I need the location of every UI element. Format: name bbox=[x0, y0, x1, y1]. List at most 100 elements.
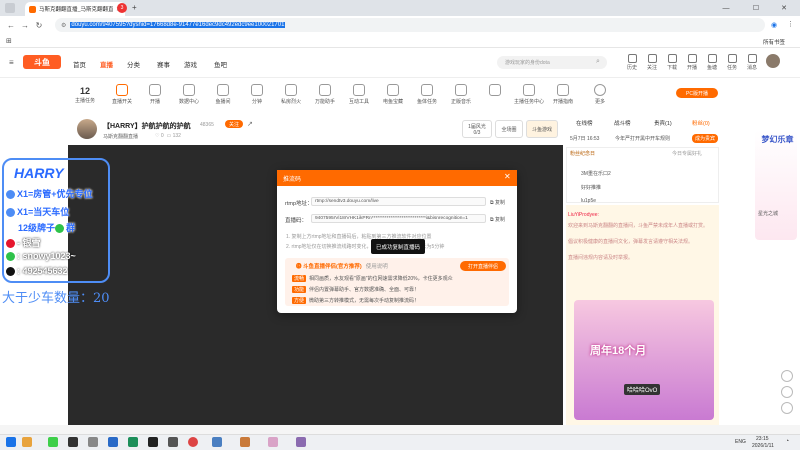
notification-icon[interactable]: ◔ bbox=[785, 438, 789, 445]
windows-start-icon[interactable] bbox=[6, 437, 16, 447]
nav-home[interactable]: 首页 bbox=[73, 59, 86, 69]
follow-list-button[interactable]: 关注 bbox=[642, 54, 662, 71]
app-icon[interactable] bbox=[88, 437, 98, 447]
fish-task-item[interactable]: 鱼体任务 bbox=[412, 84, 442, 105]
fishpond-button[interactable]: 鱼塘 bbox=[702, 54, 722, 71]
nav-esports[interactable]: 赛事 bbox=[157, 59, 170, 69]
sidebar-tool-icon[interactable] bbox=[781, 370, 793, 382]
app-icon[interactable] bbox=[128, 437, 138, 447]
rank-button[interactable]: 1届风光 0/3 bbox=[462, 120, 492, 138]
language-indicator[interactable]: ENG bbox=[735, 439, 746, 445]
search-icon[interactable]: ⌕ bbox=[596, 58, 600, 66]
file-explorer-icon[interactable] bbox=[22, 437, 32, 447]
usage-link[interactable]: 使用说明 bbox=[366, 264, 388, 270]
message-button[interactable]: 消息 bbox=[742, 54, 762, 71]
app-icon[interactable] bbox=[268, 437, 278, 447]
nav-live[interactable]: 直播 bbox=[100, 59, 113, 69]
app-icon[interactable] bbox=[48, 437, 58, 447]
copy-label: 复制 bbox=[494, 200, 505, 206]
all-bookmarks[interactable]: 所有书签 bbox=[763, 38, 785, 46]
douyu-logo[interactable]: 斗鱼 bbox=[23, 55, 61, 69]
nav-fishbar[interactable]: 鱼吧 bbox=[214, 59, 227, 69]
assistant-label: 万能助手 bbox=[314, 99, 335, 105]
follow-button[interactable]: 关注 bbox=[225, 120, 243, 128]
start-stream-button[interactable]: 开播 bbox=[682, 54, 702, 71]
app-icon[interactable] bbox=[108, 437, 118, 447]
clock-date[interactable]: 2026/1/11 bbox=[752, 443, 774, 449]
chat-username[interactable]: LiuYiProdyee: bbox=[568, 212, 599, 218]
share-icon[interactable]: ↗ bbox=[247, 120, 253, 128]
user-avatar[interactable] bbox=[766, 54, 780, 68]
notice-time: 5月7日 16:53 bbox=[570, 136, 600, 142]
browser-tab[interactable]: 马斯克翻翻直播_马斯克翻翻直播 ✕ bbox=[25, 2, 125, 16]
profile-icon[interactable]: ◉ bbox=[771, 21, 777, 29]
fish-room-item[interactable]: 鱼播间 bbox=[208, 84, 238, 105]
interact-tools-item[interactable]: 互动工具 bbox=[344, 84, 374, 105]
history-button[interactable]: 历史 bbox=[622, 54, 642, 71]
hamburger-icon[interactable]: ≡ bbox=[9, 58, 14, 67]
tab-battle-rank[interactable]: 战斗榜 bbox=[614, 119, 631, 127]
nav-games[interactable]: 游戏 bbox=[184, 59, 197, 69]
task-center-item[interactable]: 主播任务中心 bbox=[514, 84, 544, 105]
private-fire-item[interactable]: 私房烈火 bbox=[276, 84, 306, 105]
music-item[interactable]: 正版音乐 bbox=[446, 84, 476, 105]
host-name[interactable]: 马斯克翻翻直播 bbox=[103, 133, 138, 140]
host-avatar[interactable] bbox=[77, 119, 97, 139]
minimize-icon[interactable]: — bbox=[715, 0, 737, 16]
sidebar-tool-icon[interactable] bbox=[781, 386, 793, 398]
sidebar-tool-icon[interactable] bbox=[781, 402, 793, 414]
copy-rtmp-button[interactable]: ⧉ 复制 bbox=[490, 199, 505, 206]
pc-stream-button[interactable]: PC版开播 bbox=[676, 88, 718, 98]
tab-vip[interactable]: 贵宾(1) bbox=[654, 119, 672, 127]
douyu-game-button[interactable]: 斗鱼游戏 bbox=[526, 120, 558, 138]
reload-icon[interactable]: ↻ bbox=[32, 21, 46, 30]
rtmp-field[interactable]: rtmp://sendtv3.douyu.com/live bbox=[311, 197, 486, 206]
tab-list-icon[interactable] bbox=[5, 3, 15, 13]
task-button[interactable]: 任务 bbox=[722, 54, 742, 71]
search-input[interactable]: 游戏玩家的身份dota bbox=[497, 56, 607, 69]
app-icon[interactable] bbox=[240, 437, 250, 447]
chrome-icon[interactable] bbox=[188, 437, 198, 447]
maximize-icon[interactable]: ☐ bbox=[745, 0, 767, 16]
copy-key-button[interactable]: ⧉ 复制 bbox=[490, 216, 505, 223]
anniversary-promo[interactable] bbox=[574, 300, 714, 420]
back-icon[interactable]: ← bbox=[4, 21, 18, 30]
all-field-button[interactable]: 全场圈 bbox=[495, 120, 523, 138]
data-center-item[interactable]: 数据中心 bbox=[174, 84, 204, 105]
go-live-item[interactable]: 开播 bbox=[140, 84, 170, 105]
tab-fans[interactable]: 粉丝(0) bbox=[692, 119, 710, 127]
tab-online-rank[interactable]: 在线榜 bbox=[576, 119, 593, 127]
url-field[interactable]: ⚙ douyu.com/9407595?dyshid=17668d8e-9147… bbox=[55, 18, 765, 32]
stream-guide-item[interactable]: 开播指南 bbox=[548, 84, 578, 105]
nav-category[interactable]: 分类 bbox=[127, 59, 140, 69]
become-vip-button[interactable]: 成为贵宾 bbox=[692, 134, 719, 143]
dialog-close-icon[interactable]: ✕ bbox=[504, 172, 511, 181]
window-close-icon[interactable]: ✕ bbox=[773, 0, 795, 16]
fan-row[interactable]: 3M重在乐口2 bbox=[581, 170, 611, 177]
stream-key-field[interactable]: 9407595rVi18rVHK1ikPRn******************… bbox=[311, 214, 486, 223]
gift-item[interactable] bbox=[480, 84, 510, 98]
menu-icon[interactable]: ⋮ bbox=[787, 20, 794, 28]
open-companion-button[interactable]: 打开直播伴侣 bbox=[460, 261, 506, 271]
stream-toggle-item[interactable]: 直播开关 bbox=[107, 84, 137, 105]
site-info-icon[interactable]: ⚙ bbox=[61, 22, 66, 29]
app-icon[interactable] bbox=[212, 437, 222, 447]
app-icon[interactable] bbox=[68, 437, 78, 447]
fan-row[interactable]: 好好推推 bbox=[581, 184, 601, 191]
fan-row[interactable]: lu1p5e bbox=[581, 198, 596, 204]
apps-icon[interactable]: ⊞ bbox=[6, 37, 12, 45]
minute-item[interactable]: 分钟 bbox=[242, 84, 272, 105]
forward-icon[interactable]: → bbox=[18, 21, 32, 30]
assistant-item[interactable]: 万能助手 bbox=[310, 84, 340, 105]
anchor-task-item[interactable]: 主播任务 bbox=[70, 97, 100, 104]
side-ad[interactable] bbox=[755, 130, 797, 240]
app-icon[interactable] bbox=[148, 437, 158, 447]
more-item[interactable]: 更多 bbox=[585, 84, 615, 105]
download-button[interactable]: 下载 bbox=[662, 54, 682, 71]
stream-guide-label: 开播指南 bbox=[552, 99, 573, 105]
new-tab-icon[interactable]: + bbox=[132, 3, 137, 12]
app-icon[interactable] bbox=[296, 437, 306, 447]
clock-time[interactable]: 23:15 bbox=[756, 436, 769, 442]
treasure-item[interactable]: 电鱼宝藏 bbox=[378, 84, 408, 105]
app-icon[interactable] bbox=[168, 437, 178, 447]
